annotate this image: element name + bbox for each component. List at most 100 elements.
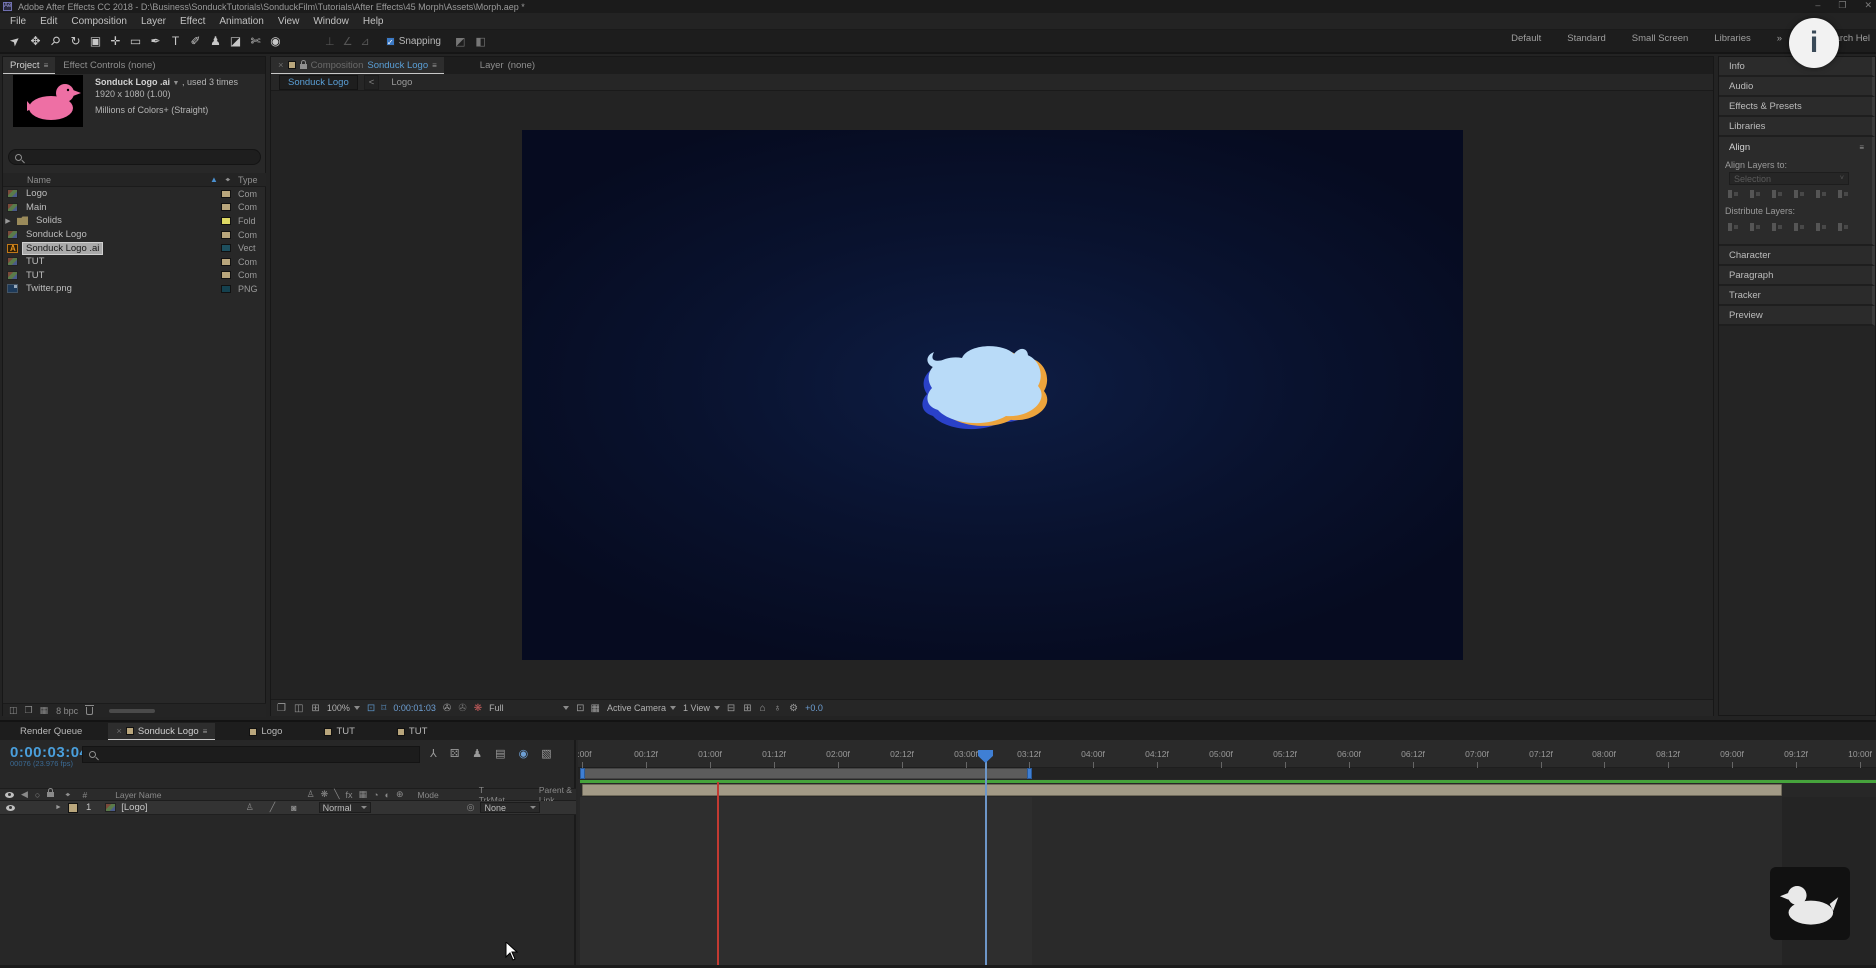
- safe-margins-icon[interactable]: ⊡: [367, 703, 375, 714]
- dist-h-center[interactable]: [1815, 221, 1828, 233]
- time-ruler[interactable]: 0:00f 00:12f 01:00f 01:12f: [578, 740, 1876, 768]
- panel-menu-icon[interactable]: ≡: [432, 61, 437, 70]
- eraser-tool[interactable]: ◪: [226, 32, 245, 50]
- pickwhip-icon[interactable]: ◎: [467, 802, 475, 813]
- viewer-option-icon[interactable]: ⊟: [727, 703, 735, 714]
- panel-menu-icon[interactable]: ≡: [1859, 143, 1864, 152]
- label-color-chip[interactable]: [221, 217, 231, 225]
- project-item-name[interactable]: Twitter.png: [23, 283, 75, 294]
- roto-brush-tool[interactable]: ✄: [246, 32, 265, 50]
- snapping-checkbox[interactable]: ✓: [386, 37, 395, 46]
- label-color-chip[interactable]: [221, 258, 231, 266]
- align-right[interactable]: [1771, 188, 1784, 200]
- dist-bottom[interactable]: [1771, 221, 1784, 233]
- channels-icon[interactable]: ❋: [474, 703, 482, 714]
- axis-mode-icon[interactable]: ⊿: [360, 35, 369, 48]
- switch-column-icon[interactable]: ◔: [373, 790, 378, 800]
- project-column-header[interactable]: Name ▲ ♦ Type: [3, 173, 266, 187]
- dock-panel-header[interactable]: Paragraph: [1719, 266, 1875, 286]
- menu-item[interactable]: Window: [307, 14, 355, 29]
- project-row[interactable]: ▶ TUT Com: [3, 269, 266, 283]
- playhead-line[interactable]: [985, 752, 987, 968]
- camera-dropdown[interactable]: Active Camera: [607, 703, 676, 713]
- layer-duration-bar[interactable]: [582, 784, 1782, 796]
- work-area-end-handle[interactable]: [1027, 768, 1032, 779]
- layer-switch-icon[interactable]: ♙: [246, 802, 254, 813]
- menu-item[interactable]: View: [272, 14, 306, 29]
- viewer-option-icon[interactable]: ⊞: [743, 703, 751, 714]
- column-name[interactable]: Name: [27, 175, 210, 185]
- project-row[interactable]: ▶ TUT Com: [3, 255, 266, 269]
- dock-panel-header[interactable]: Audio: [1719, 77, 1875, 97]
- project-row[interactable]: ▶ Solids Fold: [3, 214, 266, 228]
- bit-depth-label[interactable]: 8 bpc: [56, 706, 78, 716]
- project-footer-icon[interactable]: ▦: [40, 705, 49, 716]
- project-item-name[interactable]: Sonduck Logo .ai: [23, 243, 102, 254]
- timeline-comp-tab[interactable]: Logo ≡: [241, 723, 290, 740]
- viewer-option-icon[interactable]: ❐: [277, 703, 286, 714]
- project-item-name[interactable]: Logo: [23, 188, 50, 199]
- minimize-button[interactable]: –: [1815, 0, 1820, 11]
- mask-mode-icon[interactable]: ◧: [475, 35, 485, 48]
- timeline-comp-tab[interactable]: TUT ≡: [389, 723, 435, 740]
- shy-layers-icon[interactable]: ♟: [472, 747, 482, 760]
- viewer-option-icon[interactable]: ⚙: [789, 703, 798, 714]
- timeline-comp-tab[interactable]: TUT ≡: [316, 723, 362, 740]
- viewer-option-icon[interactable]: ⌂: [760, 703, 766, 714]
- layer-name[interactable]: [Logo]: [121, 802, 147, 813]
- dock-panel-header[interactable]: Effects & Presets: [1719, 97, 1875, 117]
- switch-column-icon[interactable]: ◐: [385, 790, 390, 800]
- project-row[interactable]: ▶ Sonduck Logo .ai Vect: [3, 241, 266, 255]
- timeline-track-area[interactable]: 0:00f 00:12f 01:00f 01:12f: [578, 740, 1876, 968]
- dist-left[interactable]: [1793, 221, 1806, 233]
- show-snapshot-icon[interactable]: ✇: [458, 703, 466, 714]
- label-color-chip[interactable]: [221, 244, 231, 252]
- layer-name-column[interactable]: Layer Name: [115, 790, 161, 800]
- tab-close-icon[interactable]: ×: [116, 726, 122, 737]
- label-color-chip[interactable]: [221, 231, 231, 239]
- viewer-option-icon[interactable]: ◫: [294, 703, 303, 714]
- label-color-chip[interactable]: [221, 203, 231, 211]
- frame-blend-icon[interactable]: ▤: [495, 747, 505, 760]
- project-item-name[interactable]: Solids: [33, 215, 65, 226]
- layer-label-chip[interactable]: [68, 803, 78, 813]
- switch-column-icon[interactable]: ♙: [307, 789, 315, 800]
- align-v-center[interactable]: [1815, 188, 1828, 200]
- align-left[interactable]: [1727, 188, 1740, 200]
- project-search-input[interactable]: [8, 149, 261, 165]
- rectangle-tool[interactable]: ▭: [126, 32, 145, 50]
- dock-panel-header[interactable]: Preview: [1719, 306, 1875, 326]
- workspace-button[interactable]: Standard: [1567, 33, 1606, 44]
- audio-column-icon[interactable]: ◀: [21, 789, 28, 800]
- timeline-search-input[interactable]: [82, 746, 420, 763]
- switch-column-icon[interactable]: ⊕: [396, 789, 404, 800]
- tab-effect-controls[interactable]: Effect Controls (none): [55, 57, 163, 74]
- comp-flowchart-icon[interactable]: ⅄: [430, 747, 437, 760]
- workspace-button[interactable]: Small Screen: [1632, 33, 1689, 44]
- switch-column-icon[interactable]: fx: [346, 790, 353, 800]
- project-row[interactable]: ▶ Sonduck Logo Com: [3, 228, 266, 242]
- tab-project[interactable]: Project ≡: [3, 57, 55, 74]
- workspace-button[interactable]: Libraries: [1714, 33, 1750, 44]
- label-color-chip[interactable]: [221, 190, 231, 198]
- snapshot-icon[interactable]: ✇: [443, 703, 451, 714]
- dock-panel-header[interactable]: Tracker: [1719, 286, 1875, 306]
- menu-item[interactable]: Effect: [174, 14, 211, 29]
- exposure-value[interactable]: +0.0: [805, 703, 823, 713]
- viewer-timecode[interactable]: 0:00:01:03: [393, 703, 436, 713]
- breadcrumb-current-comp[interactable]: Sonduck Logo: [279, 75, 358, 90]
- close-button[interactable]: ✕: [1864, 0, 1872, 11]
- layer-switch-icon[interactable]: ◙: [291, 803, 296, 813]
- pen-tool[interactable]: ✒: [146, 32, 165, 50]
- tab-layer[interactable]: Layer (none): [472, 57, 543, 74]
- expand-arrow-icon[interactable]: ▶: [3, 217, 13, 225]
- magnification-dropdown[interactable]: 100%: [327, 703, 360, 713]
- zoom-tool[interactable]: ⚲: [46, 32, 65, 50]
- video-column-icon[interactable]: [5, 792, 14, 798]
- text-tool[interactable]: T: [166, 32, 185, 50]
- menu-item[interactable]: File: [4, 14, 32, 29]
- rotate-tool[interactable]: ↻: [66, 32, 85, 50]
- work-area-bar[interactable]: [580, 768, 1032, 779]
- label-column-icon[interactable]: ♦: [64, 792, 73, 796]
- selection-tool[interactable]: ➤: [6, 32, 25, 50]
